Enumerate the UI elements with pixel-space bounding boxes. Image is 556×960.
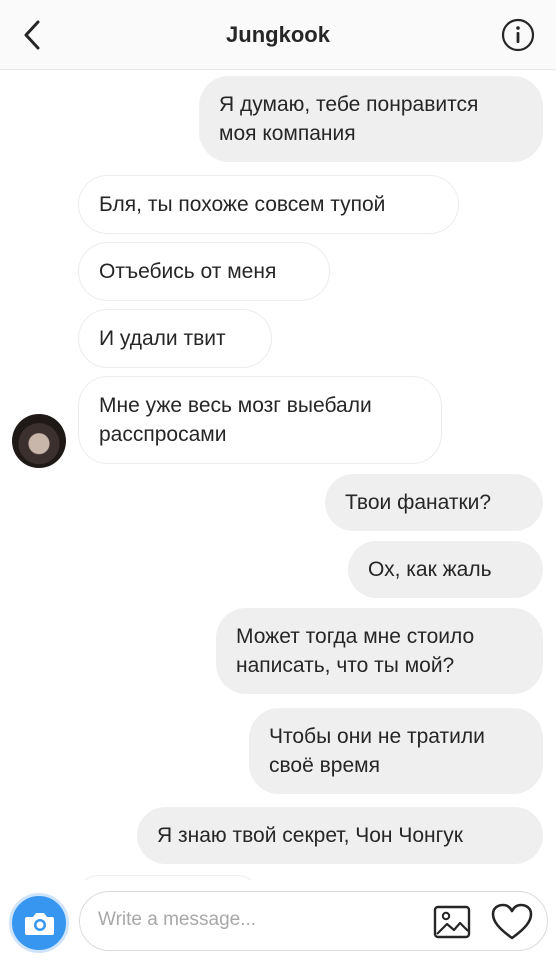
message-line: Я знаю твой секрет, Чон Чонгук	[157, 824, 463, 847]
chat-title[interactable]: Jungkook	[0, 22, 556, 48]
message-composer: Write a message...	[0, 880, 556, 960]
message-line: написать, что ты мой?	[236, 654, 455, 677]
message-received[interactable]: Отъебись от меня	[78, 242, 330, 301]
message-line: Твои фанатки?	[345, 491, 492, 514]
gallery-button[interactable]	[432, 904, 472, 940]
message-line: Может тогда мне стоило	[236, 625, 475, 648]
message-line: Мне уже весь мозг выебали	[99, 394, 372, 417]
message-line: Ох, как жаль	[368, 558, 492, 581]
contact-avatar[interactable]	[12, 414, 66, 468]
message-line: расспросами	[99, 423, 227, 446]
message-received[interactable]: И удали твит	[78, 309, 272, 368]
info-button[interactable]	[500, 17, 536, 53]
message-line: своё время	[269, 754, 380, 777]
message-line: И удали твит	[99, 327, 226, 350]
message-line: Бля, ты похоже совсем тупой	[99, 193, 386, 216]
message-input[interactable]: Write a message...	[79, 891, 548, 951]
chat-header: Jungkook	[0, 0, 556, 70]
message-sent[interactable]: Может тогда мне стоило написать, что ты …	[216, 608, 543, 694]
message-thread[interactable]: Я думаю, тебе понравится моя компания Бл…	[0, 71, 556, 880]
heart-icon	[491, 903, 533, 940]
camera-icon	[25, 913, 54, 935]
message-line: моя компания	[219, 122, 356, 145]
message-input-placeholder: Write a message...	[98, 909, 257, 930]
message-line: Я думаю, тебе понравится	[219, 93, 479, 116]
message-sent[interactable]: Чтобы они не тратили своё время	[249, 708, 543, 794]
message-sent[interactable]: Ох, как жаль	[348, 541, 543, 598]
message-sent[interactable]: Твои фанатки?	[325, 474, 543, 531]
message-line: Отъебись от меня	[99, 260, 277, 283]
camera-button[interactable]	[9, 893, 69, 953]
message-sent[interactable]: Я знаю твой секрет, Чон Чонгук	[137, 807, 543, 864]
message-received[interactable]: Мне уже весь мозг выебали расспросами	[78, 376, 442, 464]
message-received[interactable]: Бля, ты похоже совсем тупой	[78, 175, 459, 234]
image-gallery-icon	[433, 905, 471, 939]
message-line: Чтобы они не тратили	[269, 725, 485, 748]
message-sent[interactable]: Я думаю, тебе понравится моя компания	[199, 76, 543, 162]
info-circle-icon	[501, 18, 535, 52]
like-button[interactable]	[490, 902, 534, 942]
